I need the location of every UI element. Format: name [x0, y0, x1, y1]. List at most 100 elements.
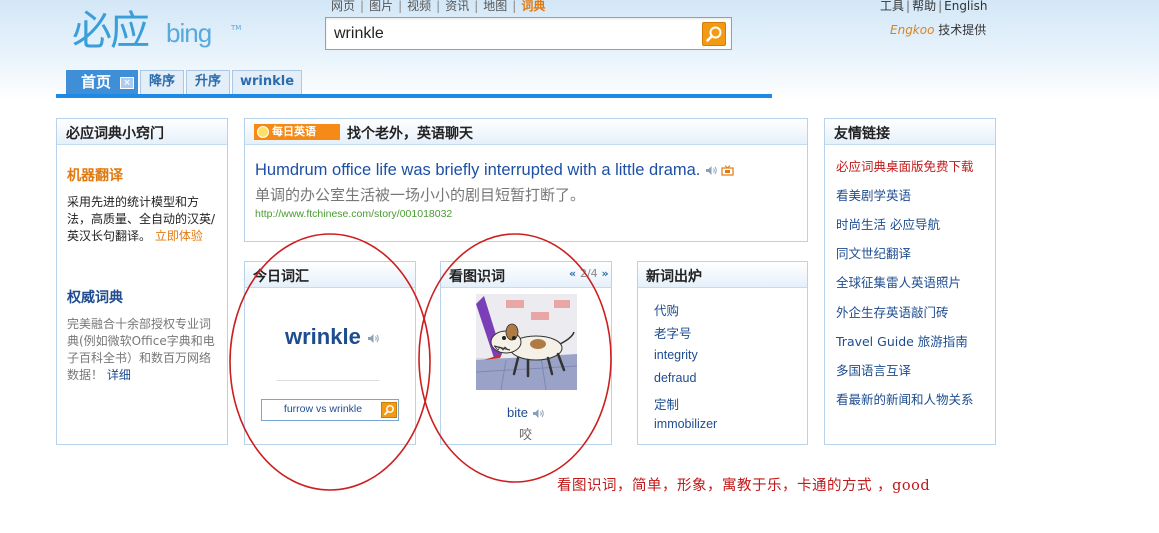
word-compare-search-button[interactable] — [381, 402, 397, 418]
link-item[interactable]: 多国语言互译 — [836, 360, 911, 379]
tab-home[interactable]: 首页 × — [66, 70, 138, 94]
nav-item-videos[interactable]: 视频 — [407, 0, 431, 14]
new-word-item[interactable]: 代购 — [654, 300, 679, 319]
pager-next-button[interactable]: » — [602, 267, 609, 280]
tab-descending[interactable]: 降序 — [140, 70, 184, 94]
daily-english-badge-label: 每日英语 — [272, 125, 316, 138]
speaker-icon[interactable] — [705, 165, 718, 176]
tab-bar-underline — [56, 94, 772, 98]
logo-chinese-text: 必应 — [72, 8, 150, 54]
link-separator: | — [938, 0, 943, 13]
speaker-icon[interactable] — [367, 333, 380, 344]
picture-word: bite — [507, 405, 545, 420]
top-right-links: 工具 | 帮助 | English — [880, 0, 987, 14]
friendly-links-title: 友情链接 — [834, 126, 890, 142]
details-link[interactable]: 详细 — [107, 368, 131, 382]
nav-separator: | — [398, 0, 403, 13]
search-button[interactable] — [702, 22, 726, 46]
link-item[interactable]: 看美剧学英语 — [836, 185, 911, 204]
link-item[interactable]: 必应词典桌面版免费下载 — [836, 156, 974, 175]
engkoo-link[interactable]: Engkoo — [890, 23, 934, 37]
logo-trademark: TM — [231, 24, 242, 32]
new-words-panel: 新词出炉 代购 老字号 integrity defraud 定制 immobil… — [637, 261, 808, 445]
search-icon — [706, 26, 722, 42]
daily-english-panel: 每日英语 找个老外，英语聊天 Humdrum office life was b… — [244, 118, 808, 242]
nav-separator: | — [474, 0, 479, 13]
nav-separator: | — [512, 0, 517, 13]
daily-sentence-english: Humdrum office life was briefly interrup… — [255, 161, 734, 180]
tab-wrinkle-label: wrinkle — [239, 74, 295, 89]
link-item[interactable]: 时尚生活 必应导航 — [836, 214, 940, 233]
english-link[interactable]: English — [944, 0, 987, 13]
tips-panel: 必应词典小窍门 机器翻译 采用先进的统计模型和方法，高质量、全自动的汉英/英汉长… — [56, 118, 228, 445]
search-icon — [384, 405, 394, 416]
new-word-item[interactable]: defraud — [654, 371, 696, 385]
picture-word-text[interactable]: bite — [507, 405, 528, 420]
tools-link[interactable]: 工具 — [880, 0, 904, 13]
picture-word-panel: 看图识词 « 2/4 » bite 咬 — [440, 261, 612, 445]
picture-pager: « 2/4 » — [569, 267, 609, 280]
vertical-nav: 网页 | 图片 | 视频 | 资讯 | 地图 | 词典 — [331, 0, 545, 14]
tab-wrinkle[interactable]: wrinkle — [232, 70, 302, 94]
tab-descending-label: 降序 — [148, 74, 175, 89]
link-item[interactable]: Travel Guide 旅游指南 — [836, 331, 968, 350]
word-of-the-day-text[interactable]: wrinkle — [285, 324, 361, 349]
pager-prev-button[interactable]: « — [569, 267, 576, 280]
tab-ascending-label: 升序 — [194, 74, 221, 89]
word-compare-box[interactable]: furrow vs wrinkle — [261, 399, 399, 421]
provider-credit: Engkoo 技术提供 — [890, 21, 986, 38]
word-compare-text[interactable]: furrow vs wrinkle — [262, 403, 384, 415]
close-icon[interactable]: × — [120, 77, 134, 89]
friendly-links-panel: 友情链接 必应词典桌面版免费下载 看美剧学英语 时尚生活 必应导航 同文世纪翻译… — [824, 118, 996, 445]
sun-icon — [257, 126, 269, 138]
authoritative-dictionary-text: 完美融合十余部授权专业词典(例如微软Office字典和电子百科全书）和数百万网络… — [67, 317, 215, 382]
link-item[interactable]: 外企生存英语敲门砖 — [836, 302, 949, 321]
help-link[interactable]: 帮助 — [912, 0, 936, 13]
daily-english-header: 每日英语 找个老外，英语聊天 — [245, 119, 807, 145]
word-divider — [277, 380, 379, 381]
try-now-link[interactable]: 立即体验 — [155, 229, 203, 243]
nav-separator: | — [360, 0, 365, 13]
search-input[interactable] — [329, 21, 699, 46]
word-of-the-day: wrinkle — [285, 324, 380, 350]
new-word-item[interactable]: immobilizer — [654, 417, 717, 431]
daily-source-link[interactable]: http://www.ftchinese.com/story/001018032 — [255, 208, 452, 220]
daily-english-badge: 每日英语 — [254, 124, 340, 140]
picture-word-title: 看图识词 — [449, 269, 505, 285]
provider-text: 技术提供 — [938, 23, 987, 37]
link-item[interactable]: 同文世纪翻译 — [836, 243, 911, 262]
tab-home-label: 首页 — [81, 73, 112, 91]
new-word-item[interactable]: 定制 — [654, 394, 679, 413]
daily-sentence-chinese: 单调的办公室生活被一场小小的剧目短暂打断了。 — [255, 186, 586, 204]
daily-english-title[interactable]: 找个老外，英语聊天 — [347, 123, 473, 143]
word-of-the-day-header: 今日词汇 — [245, 262, 415, 288]
new-words-header: 新词出炉 — [638, 262, 807, 288]
picture-word-header: 看图识词 « 2/4 » — [441, 262, 611, 288]
nav-item-images[interactable]: 图片 — [369, 0, 393, 14]
nav-item-dictionary[interactable]: 词典 — [521, 0, 545, 14]
speaker-icon[interactable] — [532, 408, 545, 419]
link-item[interactable]: 看最新的新闻和人物关系 — [836, 389, 974, 408]
tips-panel-header: 必应词典小窍门 — [57, 119, 227, 145]
nav-item-news[interactable]: 资讯 — [445, 0, 469, 14]
tab-ascending[interactable]: 升序 — [186, 70, 230, 94]
cartoon-dog-image[interactable] — [476, 294, 577, 390]
new-word-item[interactable]: 老字号 — [654, 323, 692, 342]
friendly-links-header: 友情链接 — [825, 119, 995, 145]
nav-item-maps[interactable]: 地图 — [483, 0, 507, 14]
nav-item-web[interactable]: 网页 — [331, 0, 355, 14]
link-item[interactable]: 全球征集雷人英语照片 — [836, 272, 961, 291]
machine-translation-description: 采用先进的统计模型和方法，高质量、全自动的汉英/英汉长句翻译。 立即体验 — [67, 194, 217, 245]
word-of-the-day-title: 今日词汇 — [253, 269, 309, 285]
authoritative-dictionary-heading[interactable]: 权威词典 — [67, 287, 123, 307]
logo-english-text: bing — [166, 18, 212, 48]
tips-panel-title: 必应词典小窍门 — [66, 126, 164, 142]
video-icon[interactable] — [720, 165, 734, 176]
annotation-text: 看图识词，简单，形象，寓教于乐，卡通的方式 ，good — [557, 478, 931, 494]
search-box — [325, 17, 732, 50]
new-words-title: 新词出炉 — [646, 269, 702, 285]
new-word-item[interactable]: integrity — [654, 348, 698, 362]
machine-translation-heading[interactable]: 机器翻译 — [67, 165, 123, 185]
picture-word-chinese: 咬 — [519, 428, 533, 443]
daily-sentence-english-text: Humdrum office life was briefly interrup… — [255, 161, 701, 179]
